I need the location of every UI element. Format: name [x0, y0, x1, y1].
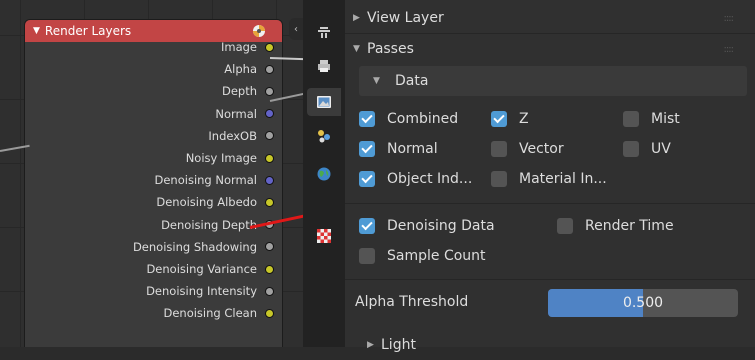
checkbox-label: Material In...	[519, 171, 607, 187]
checkbox-label: Normal	[387, 141, 438, 157]
view-layer-label: View Layer	[367, 10, 444, 26]
divider	[345, 203, 755, 204]
expanded-arrow-icon: ▼	[373, 76, 380, 86]
output-socket[interactable]	[266, 176, 273, 184]
checkbox-box[interactable]	[359, 171, 375, 187]
normal-checkbox[interactable]: Normal	[359, 141, 438, 157]
object-index-checkbox[interactable]: Object Ind...	[359, 171, 472, 187]
collapsed-arrow-icon: ▶	[367, 340, 374, 350]
checkbox-box[interactable]	[557, 218, 573, 234]
socket-label: Denoising Clean	[163, 306, 257, 321]
socket-label: Denoising Albedo	[156, 195, 257, 210]
slider-value: 0.500	[622, 295, 664, 311]
checkbox-box[interactable]	[623, 111, 639, 127]
light-label: Light	[381, 337, 416, 353]
scene-icon	[253, 25, 265, 37]
passes-panel-header[interactable]: ▼ Passes ::::	[353, 34, 747, 64]
drag-grip-icon[interactable]: ::::	[724, 44, 735, 55]
collapsed-arrow-icon: ▶	[353, 13, 360, 23]
checkbox-box[interactable]	[491, 141, 507, 157]
node-editor[interactable]: ▼ Render Layers Image Alpha Depth Normal Ind…	[0, 0, 303, 347]
view-layer-icon	[318, 130, 330, 143]
checkbox-box[interactable]	[359, 248, 375, 264]
checkbox-label: Vector	[519, 141, 564, 157]
divider	[345, 279, 755, 280]
checkbox-box[interactable]	[359, 141, 375, 157]
socket-label: IndexOB	[208, 128, 257, 143]
properties-panel: ▶ View Layer :::: ▼ Passes :::: ▼ Data C…	[345, 0, 755, 353]
output-socket[interactable]	[266, 265, 273, 273]
output-socket[interactable]	[266, 132, 273, 140]
world-tab[interactable]	[307, 160, 341, 188]
alpha-threshold-label: Alpha Threshold	[355, 294, 469, 310]
view-layer-panel-header[interactable]: ▶ View Layer ::::	[353, 3, 747, 33]
checkbox-label: Object Ind...	[387, 171, 473, 187]
checkbox-box[interactable]	[491, 111, 507, 127]
node-title: Render Layers	[44, 24, 132, 38]
view-layer-tab[interactable]	[307, 122, 341, 150]
output-socket[interactable]	[266, 287, 273, 295]
checker-texture-icon	[317, 229, 331, 243]
render-layers-node[interactable]: ▼ Render Layers Image Alpha Depth Normal Ind…	[25, 20, 282, 347]
socket-label: Image	[220, 40, 257, 54]
tool-icon	[318, 27, 330, 38]
render-tab[interactable]	[307, 52, 341, 80]
sample-count-checkbox[interactable]: Sample Count	[359, 248, 486, 264]
tool-tab[interactable]	[307, 18, 341, 46]
z-checkbox[interactable]: Z	[491, 111, 529, 127]
socket-label: Alpha	[224, 62, 257, 77]
render-time-checkbox[interactable]: Render Time	[557, 218, 674, 234]
data-label: Data	[395, 73, 429, 89]
drag-grip-icon[interactable]: ::::	[724, 13, 735, 24]
checkbox-box[interactable]	[623, 141, 639, 157]
output-socket[interactable]	[266, 309, 273, 317]
texture-tab[interactable]	[307, 222, 341, 250]
output-socket[interactable]	[266, 154, 273, 162]
data-subpanel-header[interactable]: ▼ Data	[359, 66, 747, 96]
output-socket[interactable]	[266, 243, 273, 251]
output-socket[interactable]	[266, 87, 273, 95]
socket-label: Denoising Normal	[154, 173, 258, 188]
combined-checkbox[interactable]: Combined	[359, 111, 458, 127]
checkbox-label: Combined	[387, 111, 459, 127]
vector-checkbox[interactable]: Vector	[491, 141, 564, 157]
uv-checkbox[interactable]: UV	[623, 141, 671, 157]
socket-label: Denoising Depth	[161, 217, 257, 232]
mist-checkbox[interactable]: Mist	[623, 111, 680, 127]
checkbox-box[interactable]	[359, 218, 375, 234]
sidebar-toggle-button[interactable]: ‹	[289, 18, 303, 40]
passes-label: Passes	[367, 41, 414, 57]
output-socket[interactable]	[266, 198, 273, 206]
expanded-arrow-icon: ▼	[353, 44, 360, 54]
collapse-arrow-icon[interactable]: ▼	[33, 26, 40, 36]
light-panel-header[interactable]: ▶ Light	[367, 330, 747, 360]
output-socket[interactable]	[266, 43, 273, 51]
properties-tab-strip	[303, 0, 345, 347]
checkbox-label: Z	[519, 111, 529, 127]
output-tab[interactable]	[307, 88, 341, 116]
checkbox-label: Denoising Data	[387, 218, 495, 234]
denoising-data-checkbox[interactable]: Denoising Data	[359, 218, 495, 234]
socket-label: Denoising Variance	[146, 262, 257, 276]
socket-label: Denoising Shadowing	[132, 239, 257, 254]
checkbox-label: Mist	[651, 111, 680, 127]
checkbox-label: Render Time	[585, 218, 674, 234]
checkbox-box[interactable]	[491, 171, 507, 187]
output-socket[interactable]	[266, 65, 273, 73]
socket-label: Depth	[221, 84, 257, 99]
checkbox-label: UV	[651, 141, 671, 157]
material-index-checkbox[interactable]: Material In...	[491, 171, 607, 187]
image-icon	[317, 96, 331, 108]
socket-label: Noisy Image	[185, 151, 257, 165]
printer-icon	[318, 60, 330, 72]
socket-label: Normal	[215, 106, 257, 121]
checkbox-box[interactable]	[359, 111, 375, 127]
output-socket[interactable]	[266, 110, 273, 118]
checkbox-label: Sample Count	[387, 248, 486, 264]
socket-label: Denoising Intensity	[146, 284, 257, 299]
globe-icon	[317, 167, 331, 181]
alpha-threshold-slider[interactable]: 0.500	[548, 289, 738, 317]
